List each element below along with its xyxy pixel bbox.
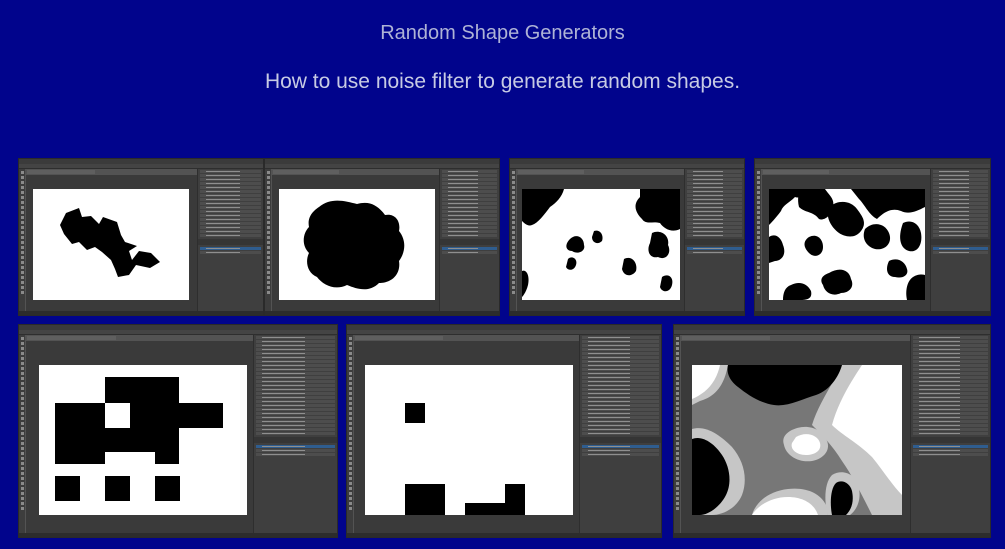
status-bar [265, 311, 499, 315]
generated-shape [692, 365, 902, 515]
document-tab [355, 336, 443, 340]
generated-shape [60, 208, 160, 277]
document-canvas [692, 365, 902, 515]
document-canvas [365, 365, 573, 515]
noise-sparse-blocks-screenshot[interactable] [346, 324, 662, 538]
generated-shape [405, 403, 525, 515]
generated-shape [55, 377, 223, 501]
document-canvas [39, 365, 247, 515]
document-tab [518, 170, 584, 174]
tools-panel [674, 335, 680, 533]
document-canvas [522, 189, 680, 300]
status-bar [674, 533, 990, 537]
noise-blob-screenshot[interactable] [264, 158, 500, 316]
status-bar [19, 311, 263, 315]
page-title: Random Shape Generators [380, 22, 625, 44]
tools-panel [510, 169, 516, 311]
status-bar [510, 311, 744, 315]
noise-maze-screenshot[interactable] [754, 158, 991, 316]
layers-panel [910, 335, 990, 533]
document-canvas [33, 189, 189, 300]
layers-panel [253, 335, 337, 533]
tools-panel [19, 169, 25, 311]
layers-panel [684, 169, 744, 311]
tools-panel [347, 335, 353, 533]
generated-shape [303, 200, 405, 290]
document-canvas [279, 189, 435, 300]
generated-shape [769, 189, 925, 300]
layers-panel [197, 169, 263, 311]
document-tab [27, 336, 117, 340]
document-tab [27, 170, 96, 174]
tools-panel [755, 169, 761, 311]
layers-panel [439, 169, 499, 311]
status-bar [755, 311, 990, 315]
document-tab [273, 170, 339, 174]
document-tab [763, 170, 829, 174]
noise-polygon-screenshot[interactable] [18, 158, 264, 316]
status-bar [347, 533, 661, 537]
page-subtitle: How to use noise filter to generate rand… [264, 70, 741, 93]
tools-panel [265, 169, 271, 311]
noise-contour-gray-screenshot[interactable] [673, 324, 991, 538]
noise-pixel-blocks-screenshot[interactable] [18, 324, 338, 538]
status-bar [19, 533, 337, 537]
layers-panel [579, 335, 661, 533]
document-canvas [769, 189, 925, 300]
layers-panel [930, 169, 990, 311]
generated-shape [522, 189, 680, 297]
document-tab [682, 336, 771, 340]
noise-spots-screenshot[interactable] [509, 158, 745, 316]
tools-panel [19, 335, 25, 533]
